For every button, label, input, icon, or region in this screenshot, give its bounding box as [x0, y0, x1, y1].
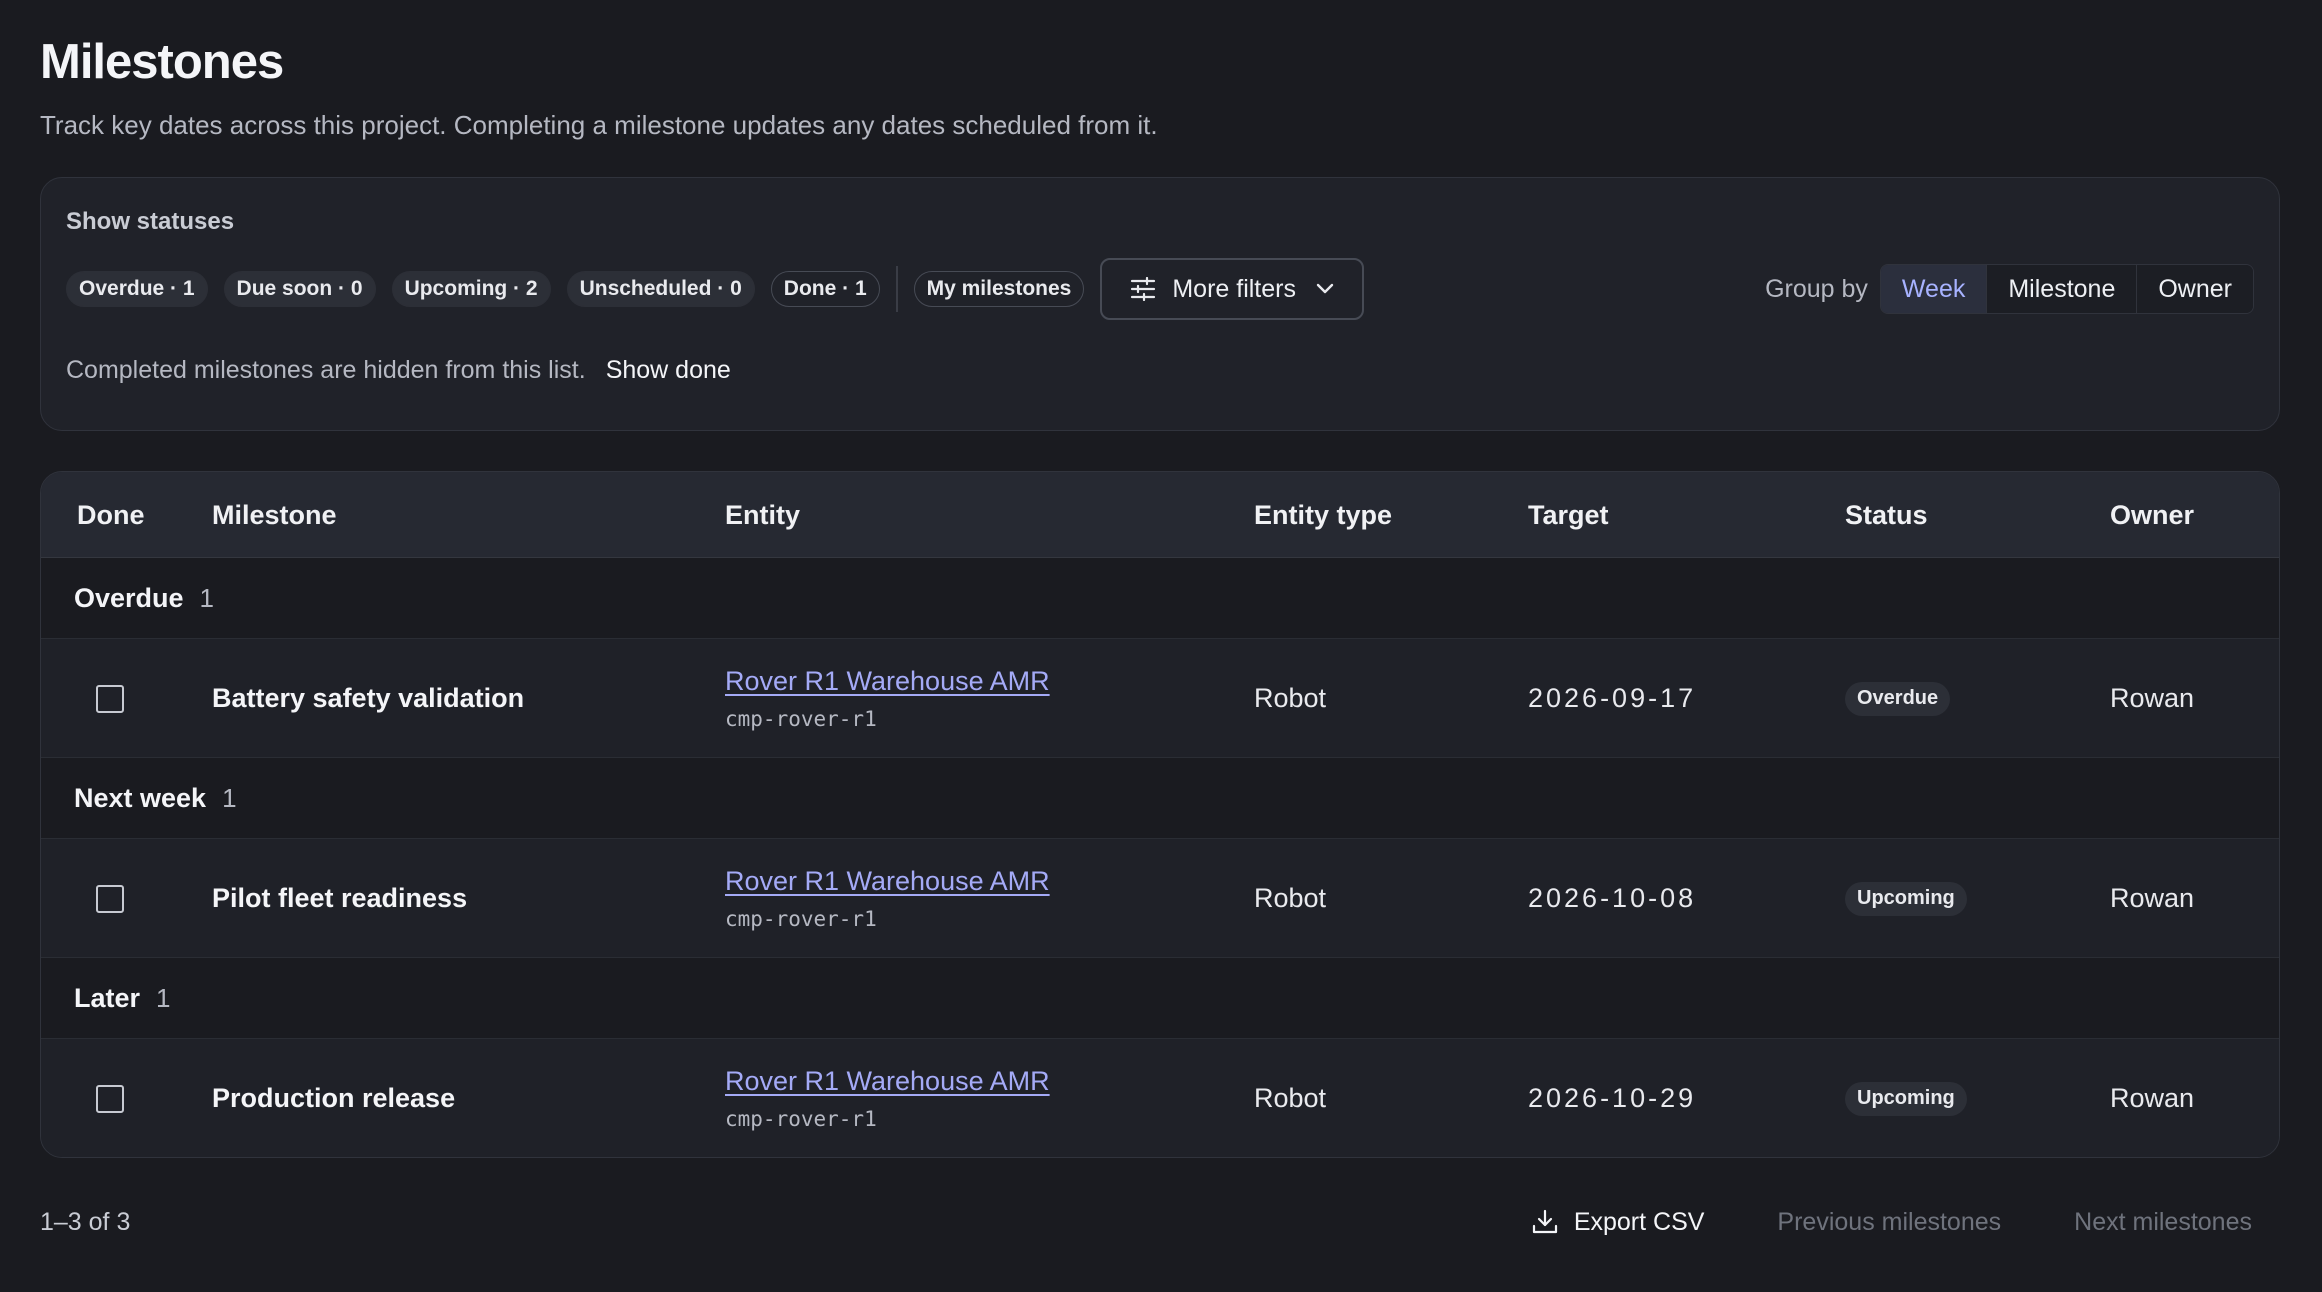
column-done: Done: [77, 499, 145, 530]
my-milestones-chip[interactable]: My milestones: [913, 271, 1085, 307]
column-status: Status: [1845, 499, 1928, 530]
group-count: 1: [222, 782, 237, 813]
completed-hint: Completed milestones are hidden from thi…: [66, 356, 731, 385]
column-entity: Entity: [725, 499, 801, 530]
done-checkbox[interactable]: [96, 884, 124, 913]
milestone-name: Battery safety validation: [212, 683, 525, 713]
status-chip-row: Overdue · 1 Due soon · 0 Upcoming · 2 Un…: [66, 258, 1364, 320]
more-filters-button[interactable]: More filters: [1100, 258, 1364, 320]
page-title: Milestones: [40, 35, 284, 89]
group-by-milestone[interactable]: Milestone: [1987, 265, 2138, 313]
sliders-icon: [1131, 277, 1156, 301]
owner-name: Rowan: [2110, 883, 2195, 913]
group-header-overdue: Overdue 1: [41, 558, 2279, 639]
column-entity-type: Entity type: [1254, 499, 1393, 530]
group-by-owner[interactable]: Owner: [2137, 265, 2253, 313]
group-header-later: Later 1: [41, 958, 2279, 1039]
completed-hint-text: Completed milestones are hidden from thi…: [66, 356, 586, 384]
group-name: Overdue: [74, 582, 184, 613]
status-chip-done[interactable]: Done · 1: [770, 271, 880, 307]
status-chip-due-soon[interactable]: Due soon · 0: [223, 271, 376, 307]
pagination-range: 1–3 of 3: [40, 1208, 131, 1236]
column-milestone: Milestone: [212, 499, 337, 530]
status-badge: Upcoming: [1845, 1081, 1967, 1116]
milestones-page: Milestones Track key dates across this p…: [0, 0, 2322, 1292]
group-by-control: Group by Week Milestone Owner: [1765, 264, 2254, 314]
table-row: Battery safety validation Rover R1 Wareh…: [41, 639, 2279, 758]
entity-link[interactable]: Rover R1 Warehouse AMR: [725, 666, 1050, 697]
column-owner: Owner: [2110, 499, 2195, 530]
column-target: Target: [1528, 499, 1609, 530]
entity-link[interactable]: Rover R1 Warehouse AMR: [725, 866, 1050, 897]
footer-actions: Export CSV Previous milestones Next mile…: [1532, 1198, 2252, 1246]
milestones-table: Done Milestone Entity Entity type Target…: [40, 471, 2280, 1158]
more-filters-label: More filters: [1172, 274, 1296, 303]
owner-name: Rowan: [2110, 683, 2195, 713]
export-csv-button[interactable]: Export CSV: [1532, 1207, 1705, 1237]
status-badge: Overdue: [1845, 681, 1951, 716]
entity-cell: Rover R1 Warehouse AMR cmp-rover-r1: [725, 839, 1050, 958]
table-row: Production release Rover R1 Warehouse AM…: [41, 1039, 2279, 1157]
entity-code: cmp-rover-r1: [725, 707, 877, 731]
status-chip-upcoming[interactable]: Upcoming · 2: [391, 271, 551, 307]
entity-link[interactable]: Rover R1 Warehouse AMR: [725, 1066, 1050, 1097]
page-subtitle: Track key dates across this project. Com…: [40, 110, 1158, 140]
entity-type: Robot: [1254, 883, 1327, 913]
download-icon: [1532, 1209, 1557, 1234]
entity-type: Robot: [1254, 683, 1327, 713]
target-date: 2026-09-17: [1528, 683, 1697, 713]
table-header: Done Milestone Entity Entity type Target…: [41, 472, 2279, 558]
entity-code: cmp-rover-r1: [725, 1107, 877, 1131]
entity-code: cmp-rover-r1: [725, 907, 877, 931]
status-chip-unscheduled[interactable]: Unscheduled · 0: [566, 271, 755, 307]
export-csv-label: Export CSV: [1573, 1207, 1705, 1236]
status-badge: Upcoming: [1845, 881, 1967, 916]
next-milestones-button[interactable]: Next milestones: [2074, 1208, 2252, 1237]
group-by-week[interactable]: Week: [1880, 265, 1988, 313]
show-done-button[interactable]: Show done: [606, 356, 731, 385]
group-count: 1: [199, 582, 215, 613]
group-by-segmented: Week Milestone Owner: [1879, 264, 2254, 314]
previous-milestones-button[interactable]: Previous milestones: [1777, 1208, 2001, 1237]
group-name: Next week: [74, 782, 207, 813]
show-statuses-label: Show statuses: [66, 208, 235, 235]
entity-cell: Rover R1 Warehouse AMR cmp-rover-r1: [725, 639, 1050, 758]
chevron-down-icon: [1316, 283, 1334, 294]
table-row: Pilot fleet readiness Rover R1 Warehouse…: [41, 839, 2279, 958]
owner-name: Rowan: [2110, 1083, 2195, 1113]
milestone-name: Pilot fleet readiness: [212, 883, 468, 913]
milestone-name: Production release: [212, 1083, 456, 1113]
done-checkbox[interactable]: [96, 684, 124, 713]
group-name: Later: [74, 982, 141, 1013]
done-checkbox[interactable]: [96, 1084, 124, 1113]
group-header-next-week: Next week 1: [41, 758, 2279, 839]
chip-divider: [895, 266, 898, 312]
group-count: 1: [156, 982, 171, 1013]
group-by-label: Group by: [1765, 274, 1868, 303]
entity-type: Robot: [1254, 1083, 1327, 1113]
status-chip-overdue[interactable]: Overdue · 1: [66, 271, 208, 307]
entity-cell: Rover R1 Warehouse AMR cmp-rover-r1: [725, 1039, 1050, 1157]
filter-panel: Show statuses Overdue · 1 Due soon · 0 U…: [40, 177, 2280, 431]
target-date: 2026-10-29: [1528, 1083, 1697, 1113]
target-date: 2026-10-08: [1528, 883, 1697, 913]
